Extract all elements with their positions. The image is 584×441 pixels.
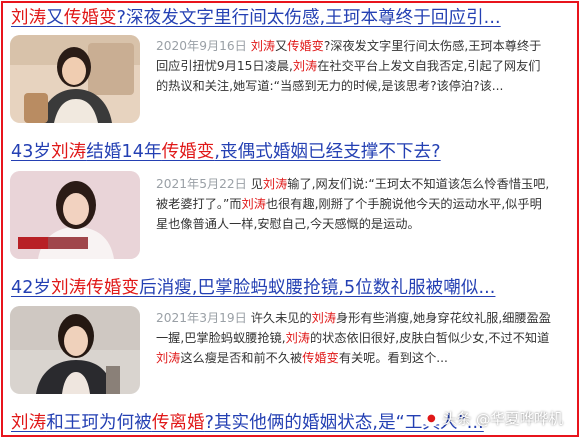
title-keyword: 刘涛 (51, 142, 87, 162)
snippet-text: 这么瘦是否和前不久被 (180, 351, 303, 365)
snippet-keyword: 传婚变 (302, 351, 339, 365)
title-keyword: 传婚变 (63, 8, 117, 28)
result-thumbnail[interactable] (10, 306, 140, 394)
snippet-text: 有关呢。看到这个... (338, 351, 448, 365)
result-title-link[interactable]: 42岁刘涛传婚变后消瘦,巴掌脸蚂蚁腰抢镜,5位数礼服被嘲似... (11, 277, 495, 299)
snippet-keyword: 刘涛 (285, 331, 310, 345)
result-snippet: 2021年5月22日 见刘涛输了,网友们说:“王珂太不知道该怎么怜香惜玉吧,被老… (156, 174, 551, 234)
title-text: 后消瘦,巴掌脸蚂蚁腰抢镜,5位数礼服被嘲似... (139, 278, 496, 298)
result-thumbnail[interactable] (10, 35, 140, 123)
snippet-keyword: 刘涛 (311, 311, 337, 325)
snippet-text: 的状态依旧很好,皮肤白皙似少女,不过不知道 (310, 331, 550, 345)
snippet-text: 见 (250, 177, 263, 191)
woman-portrait-image (10, 35, 140, 123)
title-keyword: 传离婚 (151, 413, 205, 433)
snippet-keyword: 传婚变 (287, 39, 324, 53)
result-date: 2021年3月19日 (156, 311, 247, 325)
woman-portrait-image (10, 306, 140, 394)
title-text: 和王珂为何被 (46, 413, 152, 433)
result-snippet: 2021年3月19日 许久未见的刘涛身形有些消瘦,她身穿花纹礼服,细腰盈盈一握,… (156, 308, 551, 368)
title-text: 又 (46, 8, 64, 28)
title-text: 42岁 (11, 278, 52, 298)
title-keyword: 传婚变 (161, 142, 215, 162)
title-text: ?深夜发文字里行间太伤感,王珂本尊终于回应引... (116, 8, 501, 28)
snippet-keyword: 刘涛 (241, 197, 266, 211)
title-keyword: 刘涛 (11, 8, 47, 28)
result-date: 2021年5月22日 (156, 177, 247, 191)
result-title-link[interactable]: 刘涛和王珂为何被传离婚?其实他俩的婚姻状态,是“工具人”... (11, 412, 484, 434)
title-text: 结婚14年 (86, 142, 162, 162)
snippet-keyword: 刘涛 (262, 177, 288, 191)
title-keyword: 刘涛 (11, 413, 47, 433)
result-title-link[interactable]: 43岁刘涛结婚14年传婚变,丧偶式婚姻已经支撑不下去? (11, 141, 441, 163)
watermark: ● 头条 @华夏哗哗机 (423, 408, 563, 429)
title-text: 43岁 (11, 142, 52, 162)
result-snippet: 2020年9月16日 刘涛又传婚变?深夜发文字里行间太伤感,王珂本尊终于回应引扭… (156, 36, 551, 96)
result-thumbnail[interactable] (10, 171, 140, 259)
toutiao-logo-icon: ● (423, 410, 440, 427)
title-keyword: 传婚变 (86, 278, 140, 298)
search-results-panel: 刘涛又传婚变?深夜发文字里行间太伤感,王珂本尊终于回应引... 2020年9月1… (1, 1, 579, 437)
snippet-keyword: 刘涛 (156, 351, 181, 365)
snippet-keyword: 刘涛 (250, 39, 276, 53)
snippet-text: 又 (275, 39, 288, 53)
watermark-text: 头条 @华夏哗哗机 (442, 412, 563, 428)
result-date: 2020年9月16日 (156, 39, 247, 53)
snippet-keyword: 刘涛 (292, 59, 318, 73)
title-keyword: 刘涛 (51, 278, 87, 298)
title-text: ,丧偶式婚姻已经支撑不下去? (214, 142, 441, 162)
result-title-link[interactable]: 刘涛又传婚变?深夜发文字里行间太伤感,王珂本尊终于回应引... (11, 7, 501, 29)
woman-portrait-image (10, 171, 140, 259)
snippet-text: 许久未见的 (250, 311, 312, 325)
